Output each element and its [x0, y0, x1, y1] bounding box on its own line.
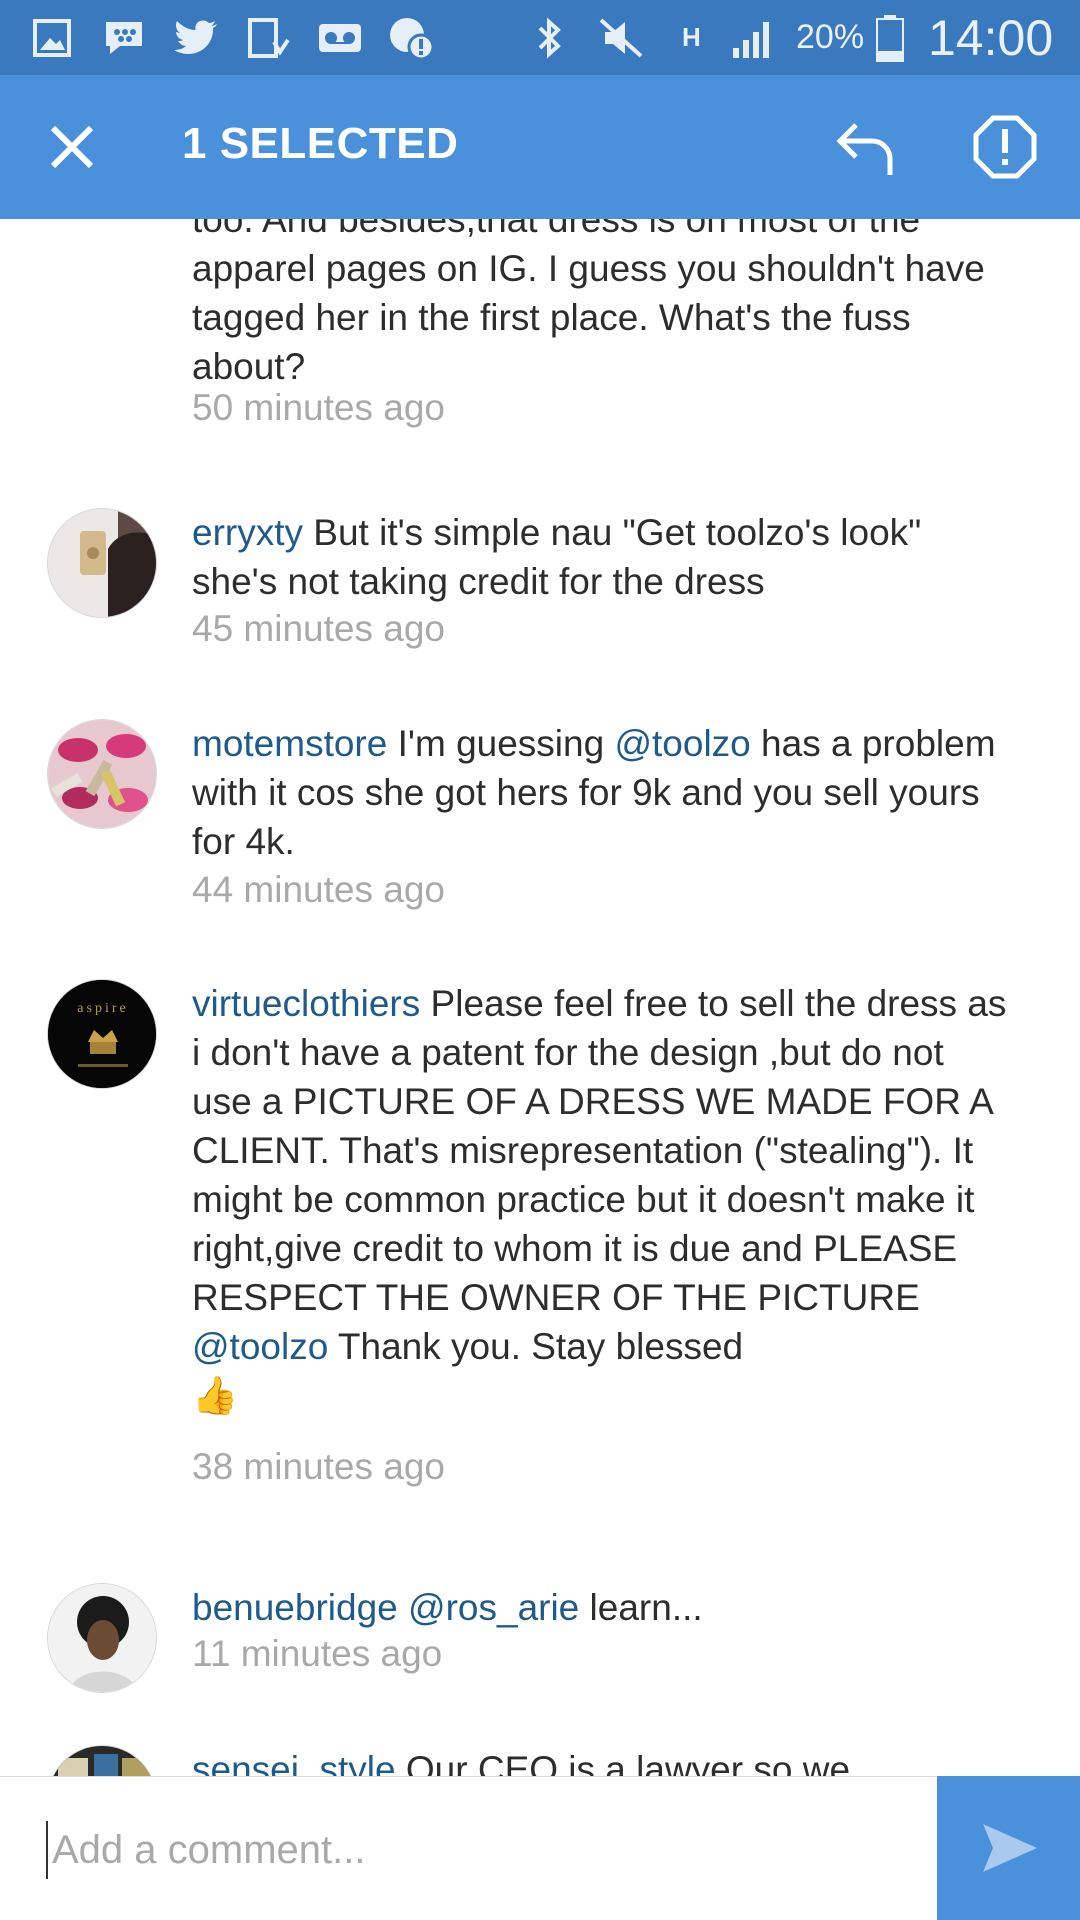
send-button[interactable]	[937, 1776, 1080, 1920]
mute-icon	[596, 14, 646, 62]
comment-username[interactable]: virtueclothiers	[192, 983, 420, 1024]
comment-timestamp: 50 minutes ago	[192, 387, 446, 428]
report-icon	[973, 115, 1037, 179]
send-icon	[982, 1824, 1037, 1872]
avatar[interactable]: aspire	[47, 979, 157, 1089]
thumbs-up-emoji: 👍	[192, 1375, 239, 1416]
battery-percent: 20%	[796, 18, 865, 56]
avatar[interactable]	[47, 1583, 157, 1693]
comment-input[interactable]	[46, 1821, 926, 1879]
comment-username[interactable]: benuebridge	[192, 1587, 398, 1628]
voicemail-icon	[316, 14, 364, 62]
gallery-icon	[30, 14, 74, 62]
bluetooth-icon	[530, 14, 568, 62]
comment-text: learn...	[589, 1587, 703, 1628]
bbm-icon	[100, 14, 148, 62]
comment-text: Our CEO is a lawyer so we	[405, 1749, 851, 1776]
battery-icon	[872, 14, 908, 62]
comment-mention[interactable]: @toolzo	[614, 723, 750, 764]
status-bar: H 20% 14:00	[0, 0, 1080, 75]
reply-button[interactable]	[820, 109, 910, 189]
comment-mention[interactable]: @ros_arie	[408, 1587, 579, 1628]
comment-timestamp: 38 minutes ago	[192, 1446, 446, 1487]
avatar[interactable]	[47, 719, 157, 829]
comment-timestamp: 44 minutes ago	[192, 869, 446, 910]
comment-username[interactable]: erryxty	[192, 512, 303, 553]
comment-composer	[0, 1776, 1080, 1920]
close-icon	[50, 125, 94, 169]
network-type: H	[682, 22, 701, 52]
comment-text: Please feel free to sell the dress as i …	[192, 983, 1007, 1318]
comment-text: I'm guessing	[397, 723, 605, 764]
selection-count-title: 1 SELECTED	[182, 119, 459, 168]
avatar[interactable]	[47, 1745, 157, 1776]
comment-timestamp: 45 minutes ago	[192, 608, 446, 649]
clock: 14:00	[928, 9, 1054, 66]
action-bar: 1 SELECTED	[0, 75, 1080, 219]
close-button[interactable]	[32, 107, 112, 187]
avatar-logo-text: aspire	[77, 1001, 128, 1016]
comment-list[interactable]: too. And besides,that dress is on most o…	[0, 219, 1080, 1776]
twitter-icon	[172, 14, 220, 62]
comment-mention[interactable]: @toolzo	[192, 1326, 328, 1367]
avatar[interactable]	[47, 508, 157, 618]
reply-icon	[836, 123, 893, 175]
download-icon	[245, 14, 291, 62]
report-button[interactable]	[960, 107, 1050, 187]
comment-text: too. And besides,that dress is on most o…	[192, 219, 985, 387]
signal-icon	[728, 14, 780, 62]
comment-timestamp: 11 minutes ago	[192, 1633, 443, 1674]
alert-icon	[386, 14, 438, 62]
comment-username[interactable]: motemstore	[192, 723, 387, 764]
comment-text: Thank you. Stay blessed	[337, 1326, 744, 1367]
comment-username[interactable]: sensei_style	[192, 1749, 396, 1776]
